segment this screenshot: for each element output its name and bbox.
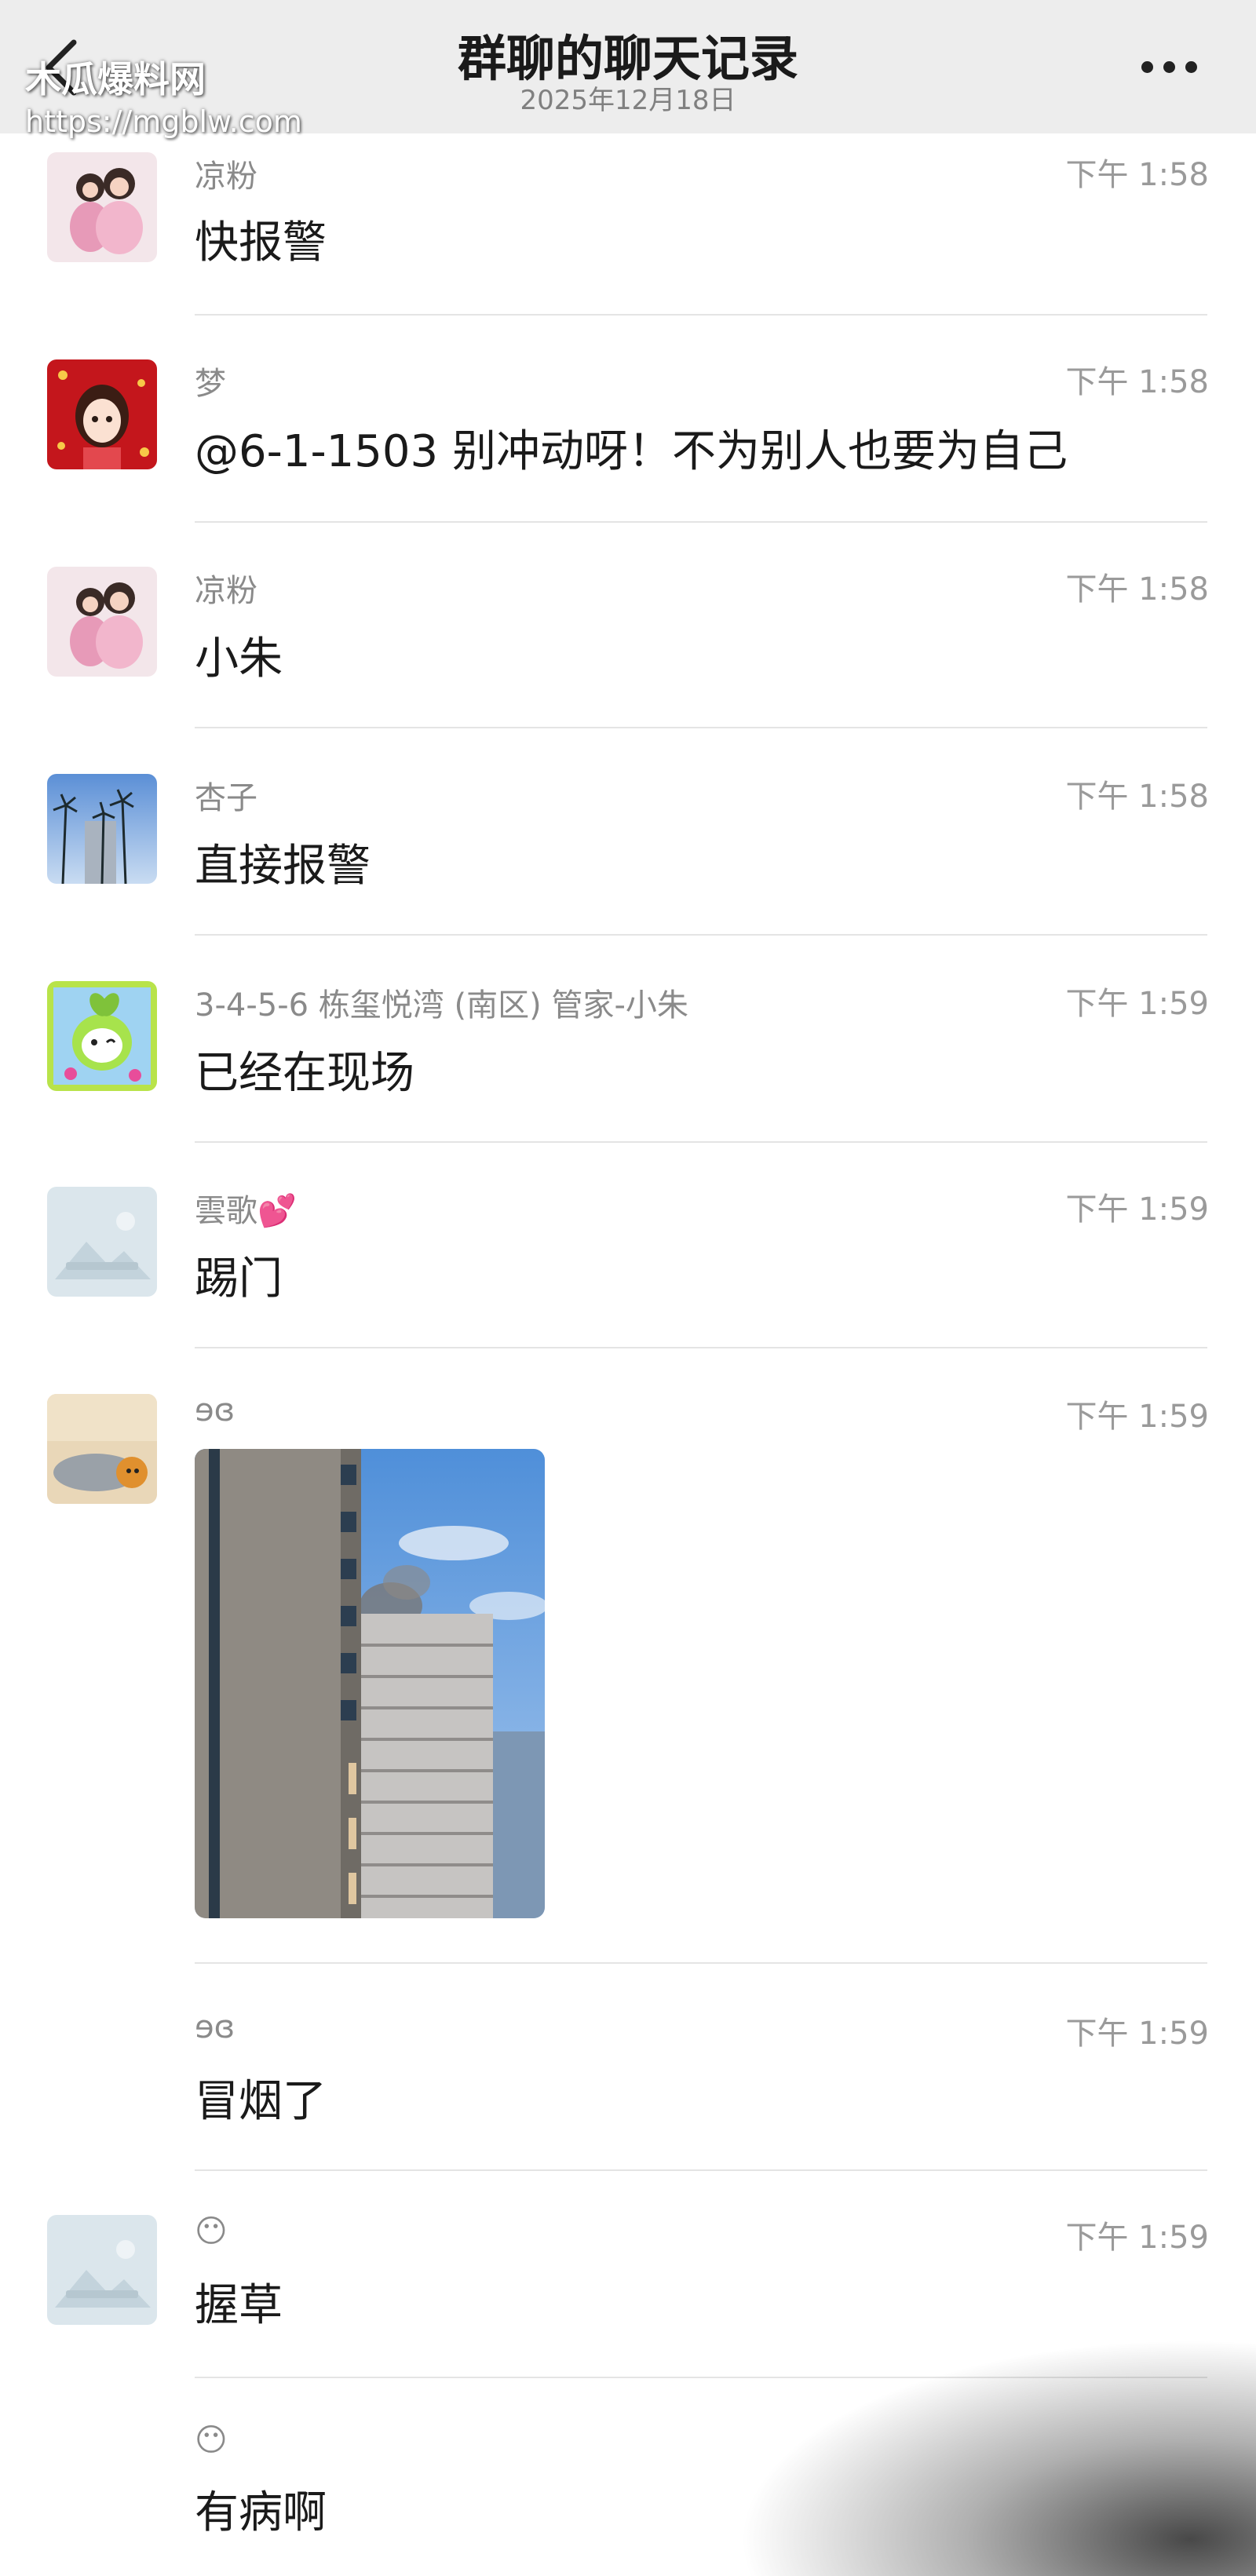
avatar[interactable]: [47, 1394, 157, 1504]
divider: [195, 2377, 1207, 2378]
sender-name: ɘɞ: [195, 2009, 236, 2045]
message-time: 下午 1:59: [1065, 1191, 1209, 1228]
divider: [195, 314, 1207, 316]
divider: [195, 2169, 1207, 2171]
message-text[interactable]: 快报警: [195, 207, 327, 271]
sender-name: ɘɞ: [195, 1392, 236, 1428]
message-text[interactable]: 冒烟了: [195, 2066, 327, 2129]
message-time: 下午 1:58: [1065, 571, 1209, 608]
avatar[interactable]: [47, 567, 157, 677]
sender-name: 凉粉: [195, 159, 257, 195]
more-options-icon[interactable]: [1138, 46, 1201, 85]
avatar[interactable]: [47, 1187, 157, 1297]
avatar[interactable]: [47, 774, 157, 884]
message-text[interactable]: 已经在现场: [195, 1038, 414, 1101]
message-text[interactable]: 踢门: [195, 1243, 283, 1307]
watermark-url: https://mgblw.com: [25, 104, 302, 139]
avatar[interactable]: [47, 152, 157, 262]
sender-name: 凉粉: [195, 573, 257, 609]
message-text[interactable]: @6-1-1503 别冲动呀！不为别人也要为自己: [195, 416, 1068, 480]
avatar[interactable]: [47, 2215, 157, 2325]
message-text[interactable]: 小朱: [195, 623, 283, 687]
avatar[interactable]: [47, 981, 157, 1091]
divider: [195, 727, 1207, 728]
sender-name: 😶: [195, 2422, 228, 2458]
sender-name: 3-4-5-6 栋玺悦湾 (南区) 管家-小朱: [195, 987, 688, 1023]
message-time: 下午 1:58: [1065, 779, 1209, 815]
avatar[interactable]: [47, 359, 157, 469]
sender-name: 杏子: [195, 780, 257, 816]
message-text[interactable]: 握草: [195, 2270, 283, 2333]
site-watermark: 木瓜爆料网 https://mgblw.com: [25, 58, 302, 143]
divider: [195, 1347, 1207, 1348]
screen-glare: [738, 2339, 1256, 2576]
message-time: 下午 1:58: [1065, 364, 1209, 400]
message-text[interactable]: 有病啊: [195, 2477, 327, 2541]
sender-name: 雲歌💕: [195, 1193, 297, 1229]
watermark-name: 木瓜爆料网: [25, 58, 206, 100]
message-time: 下午 1:59: [1065, 1399, 1209, 1435]
message-time: 下午 1:59: [1065, 2016, 1209, 2052]
divider: [195, 934, 1207, 936]
divider: [195, 521, 1207, 523]
building-smoke-photo[interactable]: [195, 1449, 545, 1918]
message-time: 下午 1:58: [1065, 157, 1209, 193]
message-time: 下午 1:59: [1065, 2220, 1209, 2256]
sender-name: 😶: [195, 2213, 228, 2249]
message-time: 下午 1:59: [1065, 986, 1209, 1022]
message-text[interactable]: 直接报警: [195, 830, 371, 894]
divider: [195, 1141, 1207, 1143]
divider: [195, 1962, 1207, 1964]
sender-name: 梦: [195, 366, 226, 402]
